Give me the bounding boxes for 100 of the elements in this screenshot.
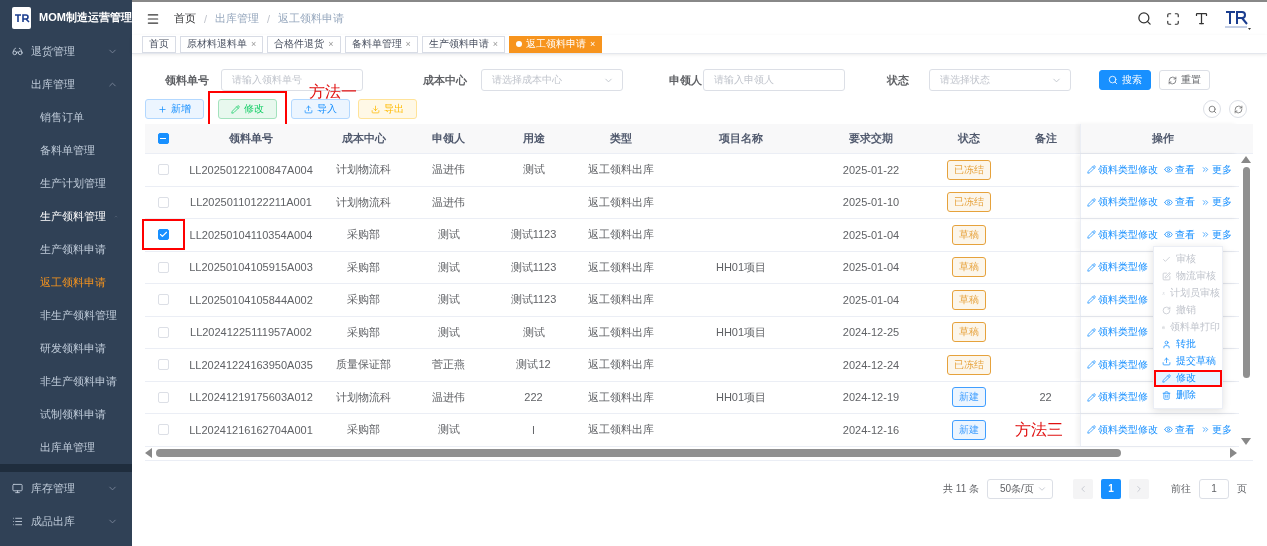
refresh-button[interactable] <box>1229 100 1247 118</box>
sidebar-item[interactable]: 返工领料申请 <box>0 266 132 299</box>
eye-icon <box>1164 425 1173 435</box>
page-tab[interactable]: 返工领料申请 × <box>509 35 603 53</box>
table-cell: 返工领料出库 <box>588 324 654 340</box>
page-tab[interactable]: 生产领料申请 × <box>421 35 506 53</box>
table-cell: 菅正燕 <box>432 357 465 373</box>
action-link[interactable]: 查看 <box>1164 195 1195 210</box>
action-link[interactable]: 领料类型修 <box>1087 357 1148 372</box>
table-cell: 2024-12-16 <box>842 423 900 436</box>
sidebar-item[interactable]: 出库管理 <box>0 68 132 101</box>
table-cell: 温进伟 <box>432 162 465 178</box>
breadcrumb-item[interactable]: 出库管理 <box>215 11 260 26</box>
vertical-scrollbar[interactable] <box>1239 154 1253 447</box>
table-cell: 2025-01-04 <box>842 228 900 241</box>
scroll-up-icon[interactable] <box>1241 156 1251 163</box>
fullscreen-icon[interactable] <box>1166 11 1180 26</box>
sidebar-item[interactable]: 生产领料管理 <box>0 200 132 233</box>
table-cell: 测试1123 <box>510 292 557 308</box>
page-tab[interactable]: 首页 <box>142 35 176 53</box>
breadcrumb-item[interactable]: 首页 <box>174 11 196 26</box>
pencil-icon <box>1087 360 1096 370</box>
action-link[interactable]: 领料类型修改 <box>1087 162 1158 177</box>
sidebar-item[interactable]: 库存管理 <box>0 472 132 505</box>
table-cell: 返工领料出库 <box>588 292 654 308</box>
menu-icon[interactable] <box>146 11 160 26</box>
table-cell: 测试 <box>522 324 545 340</box>
sidebar-item[interactable]: 非生产领料申请 <box>0 365 132 398</box>
action-link[interactable]: 查看 <box>1164 227 1195 242</box>
tab-close-button[interactable]: × <box>328 39 334 49</box>
sidebar-item[interactable]: 销售订单 <box>0 101 132 134</box>
page-tab[interactable]: 原材料退料单 × <box>180 35 264 53</box>
breadcrumb-separator: / <box>204 12 208 25</box>
table-cell: 温进伟 <box>432 194 465 210</box>
page-input[interactable]: 1 <box>1199 478 1229 499</box>
chevron-right-icon <box>1134 483 1144 494</box>
status-tag: 新建 <box>951 419 986 440</box>
action-link[interactable]: 更多 <box>1201 227 1232 242</box>
sidebar-item[interactable]: 非生产领料管理 <box>0 299 132 332</box>
action-link[interactable]: 领料类型修 <box>1087 292 1148 307</box>
column-header: 项目名称 <box>718 131 764 146</box>
search-icon[interactable] <box>1137 11 1152 26</box>
sidebar-item[interactable]: 生产计划管理 <box>0 167 132 200</box>
action-link[interactable]: 查看 <box>1164 422 1195 437</box>
table-cell: 222 <box>524 391 543 404</box>
breadcrumb-separator: / <box>267 12 271 25</box>
search-toggle-button[interactable] <box>1203 100 1221 118</box>
table-cell: 温进伟 <box>432 389 465 405</box>
action-link[interactable]: 领料类型修 <box>1087 260 1148 275</box>
tab-close-button[interactable]: × <box>590 39 596 49</box>
sidebar-item[interactable]: 备料单管理 <box>0 134 132 167</box>
eye-icon <box>1164 197 1173 207</box>
action-link[interactable]: 领料类型修 <box>1087 325 1148 340</box>
action-link[interactable]: 更多 <box>1201 195 1232 210</box>
menu-item[interactable]: 删除 <box>1154 387 1222 404</box>
add-button[interactable]: 新增 <box>145 99 204 119</box>
font-size-icon[interactable] <box>1194 11 1209 26</box>
sidebar-item[interactable]: 成品出库 <box>0 505 132 538</box>
column-header: 成本中心 <box>340 131 387 146</box>
search-button[interactable]: 搜索 <box>1099 70 1151 90</box>
scroll-left-icon[interactable] <box>145 448 152 458</box>
page-size-select[interactable]: 50条/页 <box>987 478 1053 499</box>
menu-item[interactable]: 提交草稿 <box>1154 353 1222 370</box>
page-tab[interactable]: 合格件退货 × <box>267 35 341 53</box>
tab-close-button[interactable]: × <box>251 39 257 49</box>
breadcrumb-item: 返工领料申请 <box>278 11 345 26</box>
import-button[interactable]: 导入 <box>291 99 350 119</box>
action-link[interactable]: 领料类型修改 <box>1087 227 1158 242</box>
sidebar-item[interactable]: 研发领料申请 <box>0 332 132 365</box>
status-tag: 草稿 <box>951 224 986 245</box>
sidebar-item[interactable]: 生产领料申请 <box>0 233 132 266</box>
reset-button[interactable]: 重置 <box>1159 70 1210 90</box>
status-tag: 新建 <box>951 387 986 408</box>
sidebar-item[interactable]: 试制领料申请 <box>0 398 132 431</box>
table-cell: 22 <box>1039 391 1052 404</box>
action-link[interactable]: 查看 <box>1164 162 1195 177</box>
action-link[interactable]: 领料类型修改 <box>1087 422 1158 437</box>
table-cell: 采购部 <box>347 227 380 243</box>
menu-item[interactable]: 修改 <box>1154 370 1222 387</box>
table-cell: LL20250122100847A004 <box>189 163 313 176</box>
column-header: 状态 <box>956 131 981 146</box>
page-tab[interactable]: 备料单管理 × <box>344 35 418 53</box>
header-checkbox[interactable] <box>157 133 169 144</box>
action-link[interactable]: 更多 <box>1201 162 1232 177</box>
row-checkbox[interactable] <box>157 229 169 241</box>
action-link[interactable]: 领料类型修 <box>1087 390 1148 405</box>
horizontal-scrollbar[interactable] <box>145 446 1253 461</box>
page-button[interactable]: 1 <box>1101 478 1121 499</box>
action-link[interactable]: 更多 <box>1201 422 1232 437</box>
tab-close-button[interactable]: × <box>405 39 411 49</box>
sidebar-item[interactable]: 退货管理 <box>0 35 132 68</box>
scroll-right-icon[interactable] <box>1230 448 1237 458</box>
menu-item[interactable]: 转批 <box>1154 336 1222 353</box>
scroll-down-icon[interactable] <box>1241 437 1251 445</box>
tab-close-button[interactable]: × <box>492 39 499 49</box>
action-link[interactable]: 领料类型修改 <box>1087 195 1158 210</box>
total-count: 共 11 条 <box>943 481 979 496</box>
edit-button[interactable]: 修改 <box>218 99 277 119</box>
sidebar-item[interactable]: 出库单管理 <box>0 431 132 464</box>
user-icon <box>1162 340 1171 349</box>
